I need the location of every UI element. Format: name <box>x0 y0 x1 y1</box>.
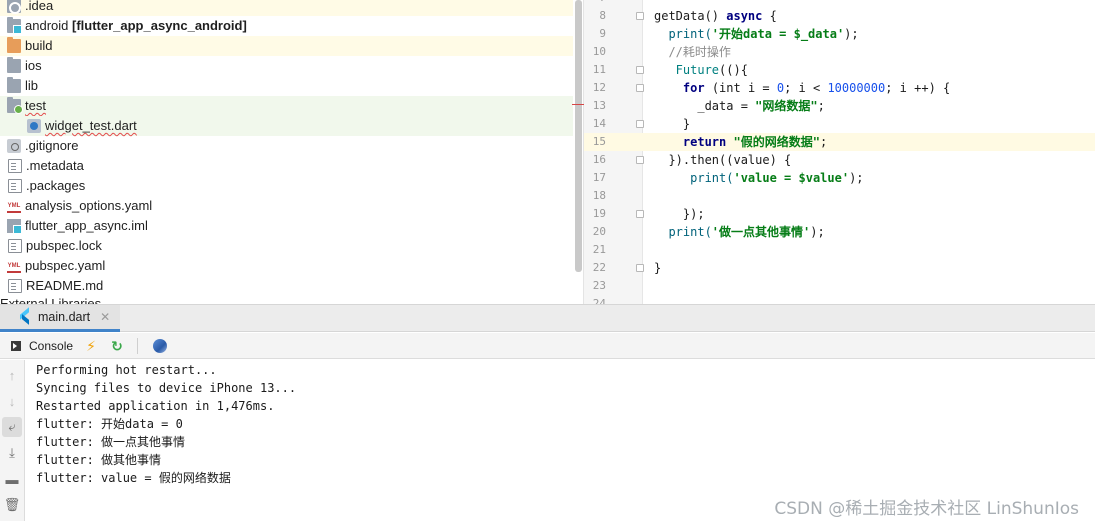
tree-item-label: lib <box>25 78 39 93</box>
gitignore-icon <box>7 139 21 153</box>
console-tab-label: Console <box>29 338 74 353</box>
tree-item-idea[interactable]: .idea <box>0 0 573 16</box>
project-tree-scrollbar[interactable] <box>575 0 582 272</box>
code-line: }); <box>654 207 705 221</box>
tree-item-label: android <box>25 18 69 33</box>
trash-icon[interactable]: 🗑 <box>2 495 22 515</box>
watermark: CSDN @稀土掘金技术社区 LinShunIos <box>774 499 1079 519</box>
yaml-file-icon: YML <box>7 199 21 213</box>
test-folder-icon <box>7 97 23 114</box>
flutter-icon <box>20 311 30 323</box>
arrow-down-icon[interactable]: ↓ <box>2 391 22 411</box>
line-number: 7 <box>584 0 606 7</box>
excluded-folder-icon <box>7 37 21 53</box>
console-line: flutter: 开始data = 0 <box>36 417 183 431</box>
line-number: 23 <box>592 279 606 292</box>
line-number: 24 <box>592 297 606 304</box>
arrow-up-icon[interactable]: ↑ <box>2 365 22 385</box>
console-line: Syncing files to device iPhone 13... <box>36 381 297 395</box>
run-tab-bar: main.dart ✕ <box>0 305 1095 332</box>
code-editor[interactable]: 7 8 9 10 11 12 13 14 15 16 17 18 19 20 2… <box>584 0 1095 304</box>
console-icon <box>11 340 21 351</box>
tree-item-analysis-options[interactable]: YML analysis_options.yaml <box>0 196 573 216</box>
tree-item-label: widget_test.dart <box>45 118 137 133</box>
folder-icon <box>7 77 21 93</box>
tree-item-external-libraries[interactable]: External Libraries <box>0 294 573 304</box>
tree-item-android[interactable]: android [flutter_app_async_android] <box>0 16 573 36</box>
devtools-icon <box>153 338 168 353</box>
scroll-to-end-icon[interactable]: ⤓ <box>2 443 22 463</box>
tree-item-label: .gitignore <box>25 138 79 153</box>
tree-item-test[interactable]: test <box>0 96 573 116</box>
console-line: flutter: 做其他事情 <box>36 453 162 467</box>
code-line: Future((){ <box>654 63 748 77</box>
tree-item-label: build <box>25 38 53 53</box>
console-side-toolbar: ↑ ↓ ⤶ ⤓ ▬ 🗑 <box>0 360 25 521</box>
tab-main-dart[interactable]: main.dart ✕ <box>0 305 121 332</box>
tab-label: main.dart <box>38 310 91 324</box>
tree-item-pubspec-lock[interactable]: pubspec.lock <box>0 236 573 256</box>
code-line: } <box>654 261 662 275</box>
tab-console[interactable]: Console <box>0 333 73 359</box>
tree-item-label: flutter_app_async.iml <box>25 218 148 233</box>
console-line: flutter: value = 假的网络数据 <box>36 471 231 485</box>
code-line: return "假的网络数据"; <box>682 135 828 149</box>
folder-icon <box>7 0 21 14</box>
tree-item-label: External Libraries <box>0 296 102 304</box>
tree-item-label: .packages <box>26 178 86 193</box>
file-icon <box>8 159 22 173</box>
tree-item-readme[interactable]: README.md <box>0 276 573 296</box>
file-icon <box>8 179 22 193</box>
line-number: 18 <box>592 189 606 202</box>
tree-item-lib[interactable]: lib <box>0 76 573 96</box>
code-line: print('做一点其他事情'); <box>654 225 825 239</box>
console-line: Restarted application in 1,476ms. <box>36 399 275 413</box>
tree-item-label: .idea <box>25 0 54 13</box>
tree-item-label: analysis_options.yaml <box>25 198 153 213</box>
module-name: [flutter_app_async_android] <box>72 18 247 33</box>
code-line: //耗时操作 <box>654 45 731 59</box>
android-folder-icon <box>7 17 22 34</box>
tree-item-iml[interactable]: flutter_app_async.iml <box>0 216 573 236</box>
tree-item-label: .metadata <box>26 158 84 173</box>
console-toolbar: Console ⚡ ↻ <box>0 333 1095 359</box>
file-icon <box>8 239 22 253</box>
tree-item-label: ios <box>25 58 42 73</box>
print-icon[interactable]: ▬ <box>2 469 22 489</box>
tree-item-label: pubspec.lock <box>26 238 102 253</box>
code-line: getData() async { <box>654 9 777 23</box>
file-icon <box>8 279 22 293</box>
code-line: } <box>654 117 691 131</box>
tree-item-widget-test[interactable]: widget_test.dart <box>0 116 573 136</box>
main-area: .idea android [flutter_app_async_android… <box>0 0 1095 304</box>
dart-file-icon <box>27 119 41 133</box>
console-line: Performing hot restart... <box>36 363 217 377</box>
code-line: }).then((value) { <box>654 153 792 167</box>
yaml-file-icon: YML <box>7 259 21 273</box>
tree-item-label: test <box>25 98 46 113</box>
code-line: _data = "网络数据"; <box>654 99 825 113</box>
hot-reload-button[interactable]: ⚡ <box>83 338 99 354</box>
devtools-button[interactable] <box>152 338 168 354</box>
tree-item-metadata[interactable]: .metadata <box>0 156 573 176</box>
folder-icon <box>7 57 21 73</box>
tree-item-label: pubspec.yaml <box>25 258 106 273</box>
project-tree: .idea android [flutter_app_async_android… <box>0 0 573 304</box>
tree-item-ios[interactable]: ios <box>0 56 573 76</box>
console-line: flutter: 做一点其他事情 <box>36 435 186 449</box>
soft-wrap-icon[interactable]: ⤶ <box>2 417 22 437</box>
code-line: print('开始data = $_data'); <box>654 27 859 41</box>
tree-item-packages[interactable]: .packages <box>0 176 573 196</box>
tree-item-label: README.md <box>26 278 104 293</box>
module-file-icon <box>7 219 22 234</box>
tree-item-gitignore[interactable]: .gitignore <box>0 136 573 156</box>
hot-restart-button[interactable]: ↻ <box>109 338 125 354</box>
code-line: for (int i = 0; i < 10000000; i ++) { <box>682 81 951 95</box>
line-number: 21 <box>592 243 606 256</box>
code-line: print('value = $value'); <box>654 171 864 185</box>
close-icon[interactable]: ✕ <box>100 310 110 324</box>
tree-item-build[interactable]: build <box>0 36 573 56</box>
tree-item-pubspec-yaml[interactable]: YML pubspec.yaml <box>0 256 573 276</box>
